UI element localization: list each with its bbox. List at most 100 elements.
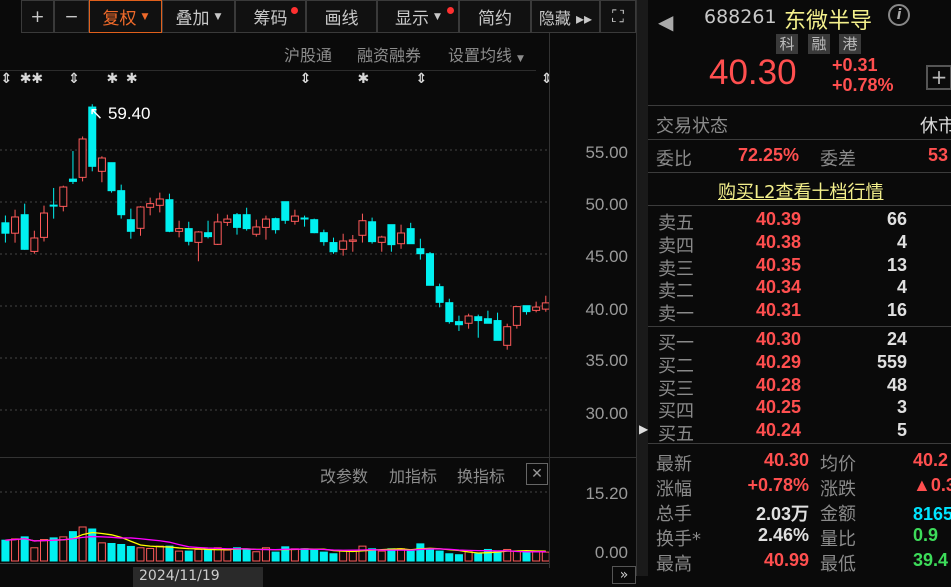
hk-connect-badge: 港 [839, 34, 861, 54]
weicha-label: 委差 [820, 149, 856, 170]
candle-body [532, 306, 541, 311]
level-volume: 4 [896, 231, 907, 252]
collapse-arrow-icon[interactable]: ▶ [639, 422, 648, 436]
candle [445, 298, 454, 324]
candle [387, 224, 396, 252]
candle-body [68, 178, 77, 182]
stat-value: 2.46% [757, 525, 809, 545]
level-volume: 3 [896, 397, 907, 418]
level-price: 40.38 [756, 231, 802, 252]
candle-body [281, 201, 290, 221]
prev-stock-arrow-icon[interactable]: ◀ [658, 10, 673, 34]
candle-body [426, 253, 434, 286]
candle-body [503, 326, 512, 346]
volume-bar [49, 537, 58, 562]
volume-bar [20, 536, 29, 562]
level-volume: 16 [886, 300, 907, 321]
candle-body [40, 212, 48, 238]
level-price: 40.34 [756, 277, 802, 298]
volume-bar [435, 550, 444, 562]
volume-bar [416, 543, 425, 562]
price-change-pct: +0.78% [832, 75, 894, 95]
quote-panel: ◀ 688261 东微半导 i 科 融 港 40.30 +0.31 +0.78%… [648, 0, 951, 576]
fullscreen-icon[interactable]: ⛶ [600, 0, 636, 33]
trade-status-label: 交易状态 [656, 116, 728, 137]
candle [20, 203, 29, 250]
candle [78, 136, 87, 182]
stat-value: 40.99 [763, 550, 809, 570]
volume-bar [532, 550, 541, 562]
divider [648, 326, 951, 327]
volume-bar [126, 545, 135, 562]
weicha-value: 53 [928, 145, 949, 165]
star-market-badge: 科 [776, 34, 798, 54]
candle-body [300, 217, 309, 220]
candle [136, 206, 145, 236]
stock-code: 688261 [704, 6, 777, 28]
level-volume: 24 [886, 329, 907, 349]
candle-body [107, 162, 116, 192]
candle-body [319, 232, 328, 243]
volume-bar [406, 550, 415, 562]
candle [483, 310, 492, 324]
candle-body [59, 186, 68, 207]
candle-body [445, 302, 454, 323]
candle-body [512, 306, 521, 326]
candle-body [175, 228, 184, 232]
candle-body [213, 221, 222, 245]
divider [648, 105, 951, 106]
candle [435, 283, 444, 308]
candle-body [329, 242, 338, 253]
expand-icon[interactable]: » [612, 566, 636, 584]
add-watchlist-button[interactable]: + [926, 65, 951, 90]
price-tick: 45.00 [585, 247, 628, 266]
level-price: 40.39 [756, 209, 802, 229]
stat-label: 金额 [820, 504, 856, 525]
volume-bar [40, 539, 48, 562]
price-change: +0.31 [832, 55, 878, 75]
candle [155, 192, 164, 213]
price-tick: 40.00 [585, 300, 628, 319]
candle [68, 151, 77, 185]
candlestick-chart[interactable] [0, 0, 549, 576]
candle [377, 235, 386, 252]
volume-bar [136, 547, 145, 562]
switch-indicator-link[interactable]: 换指标 [457, 463, 505, 487]
volume-bar [233, 547, 241, 562]
candle [126, 208, 135, 239]
stock-name: 东微半导 [784, 9, 873, 34]
volume-bar [445, 553, 454, 562]
add-indicator-link[interactable]: 加指标 [389, 463, 437, 487]
volume-bar [223, 549, 232, 562]
volume-bar [68, 531, 77, 562]
candle-body [493, 320, 502, 341]
stat-value: 0.9 [913, 525, 939, 545]
volume-bar [464, 551, 473, 562]
volume-bar [348, 550, 357, 562]
edit-params-link[interactable]: 改参数 [320, 463, 368, 487]
candle-body [136, 206, 145, 229]
level-price: 40.35 [756, 254, 802, 275]
level-price: 40.31 [756, 300, 802, 321]
volume-bar [165, 545, 174, 562]
stat-value: 40.2 [913, 450, 949, 470]
info-icon[interactable]: i [888, 4, 910, 26]
candle [204, 220, 213, 239]
candle [541, 295, 549, 312]
divider [648, 205, 951, 206]
buy-l2-link[interactable]: 购买L2查看十档行情 [718, 178, 883, 204]
candle-body [474, 316, 483, 322]
candle-body [165, 199, 174, 232]
high-price-label: 59.40 [107, 104, 151, 123]
volume-bar [522, 551, 531, 562]
panel-splitter[interactable]: ▶ [636, 0, 648, 576]
divider [0, 457, 636, 458]
close-indicator-icon[interactable]: ✕ [526, 463, 548, 485]
level-volume: 66 [886, 209, 907, 229]
volume-bar [155, 545, 164, 562]
divider [648, 443, 951, 444]
weibi-value: 72.25% [738, 145, 800, 165]
candle [30, 230, 39, 254]
candle-body [310, 219, 319, 234]
price-tick: 55.00 [585, 143, 628, 162]
